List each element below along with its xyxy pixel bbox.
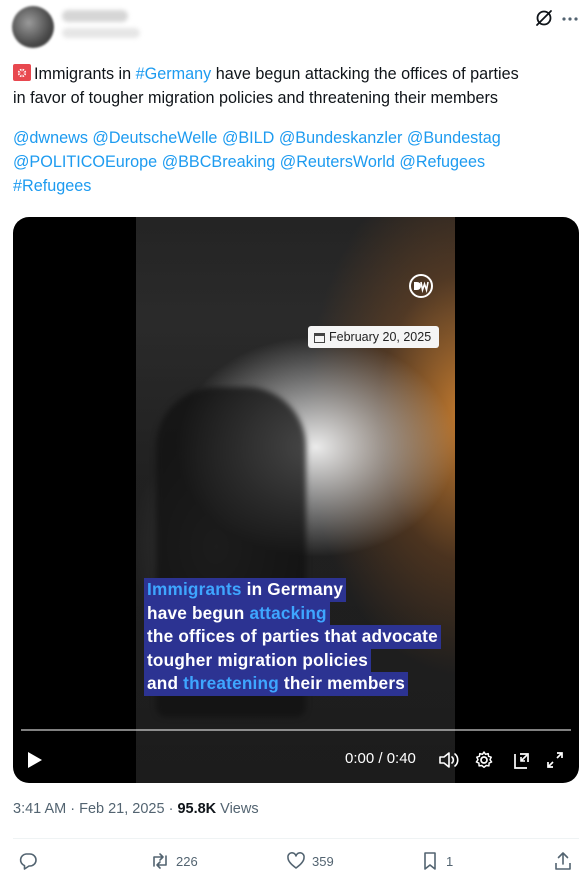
author-name-blurred[interactable] — [62, 10, 128, 22]
fullscreen-icon[interactable] — [546, 751, 564, 769]
play-icon[interactable] — [27, 751, 43, 769]
tweet-header — [0, 0, 584, 52]
video-player[interactable]: February 20, 2025 Immigrants in Germany … — [13, 217, 579, 783]
mention-link[interactable]: @BBCBreaking — [162, 153, 276, 171]
tweet-timestamp[interactable]: 3:41 AM · Feb 21, 2025 · — [13, 801, 177, 817]
like-button[interactable]: 359 — [286, 848, 334, 874]
caption-text: their members — [278, 673, 405, 693]
video-progress-bar[interactable] — [21, 729, 571, 731]
date-stamp: February 20, 2025 — [308, 326, 440, 348]
more-options-icon[interactable] — [561, 10, 579, 28]
bookmark-icon — [424, 852, 436, 870]
repost-button[interactable]: 226 — [150, 848, 198, 874]
caption-highlight: Immigrants — [147, 579, 242, 599]
caption-line: Immigrants in Germany — [144, 578, 347, 602]
like-count: 359 — [312, 853, 334, 869]
mention-link[interactable]: @POLITICOEurope — [13, 153, 157, 171]
calendar-icon — [314, 332, 325, 343]
share-button[interactable] — [553, 848, 573, 874]
reply-button[interactable] — [18, 848, 38, 874]
caption-line: have begun attacking — [144, 601, 330, 625]
hashtag-germany-link[interactable]: #Germany — [136, 65, 212, 83]
mentions-line-1: @dwnews @DeutscheWelle @BILD @Bundeskanz… — [13, 126, 573, 150]
mention-link[interactable]: @Bundestag — [407, 129, 501, 147]
dw-logo-icon — [409, 274, 433, 298]
bookmark-button[interactable]: 1 — [420, 848, 453, 874]
reply-icon — [19, 853, 37, 870]
mention-link[interactable]: @Refugees — [399, 153, 485, 171]
repost-icon — [153, 853, 167, 869]
video-caption: Immigrants in Germany have begun attacki… — [144, 578, 441, 696]
caption-text: in Germany — [241, 579, 344, 599]
video-time: 0:00 / 0:40 — [345, 750, 416, 767]
divider — [13, 838, 579, 839]
tweet-actions-bar: 226 359 1 — [0, 848, 584, 874]
views-count: 95.8K — [177, 801, 217, 817]
author-handle-blurred[interactable] — [62, 28, 140, 38]
siren-emoji-icon — [13, 64, 31, 81]
tweet-text-part: have begun attacking the offices of part… — [211, 65, 519, 83]
tweet-text-part: Immigrants in — [34, 65, 136, 83]
avatar[interactable] — [12, 6, 54, 48]
mention-link[interactable]: @ReutersWorld — [280, 153, 395, 171]
caption-text: and — [147, 673, 184, 693]
caption-line: the offices of parties that advocate — [144, 625, 441, 649]
hashtag-refugees-link[interactable]: #Refugees — [13, 177, 91, 195]
settings-gear-icon[interactable] — [474, 750, 494, 770]
picture-in-picture-icon[interactable] — [511, 751, 531, 771]
tweet-text: Immigrants in #Germany have begun attack… — [13, 62, 573, 198]
caption-line: and threatening their members — [144, 672, 408, 696]
volume-icon[interactable] — [438, 750, 460, 770]
caption-line: tougher migration policies — [144, 648, 372, 672]
mentions-line-2: @POLITICOEurope @BBCBreaking @ReutersWor… — [13, 150, 573, 174]
hashtag-line: #Refugees — [13, 174, 573, 198]
caption-text: have begun — [147, 602, 250, 623]
caption-highlight: threatening — [183, 673, 279, 693]
tweet-meta: 3:41 AM · Feb 21, 2025 · 95.8K Views — [13, 801, 259, 817]
date-stamp-text: February 20, 2025 — [329, 330, 432, 344]
mention-link[interactable]: @Bundeskanzler — [279, 129, 403, 147]
video-frame[interactable]: February 20, 2025 Immigrants in Germany … — [136, 217, 455, 783]
tweet-line-2: in favor of tougher migration policies a… — [13, 89, 498, 107]
mention-link[interactable]: @dwnews — [13, 129, 88, 147]
share-icon — [555, 852, 571, 870]
tweet-line-1: Immigrants in #Germany have begun attack… — [13, 62, 573, 86]
heart-icon — [287, 852, 305, 869]
mention-link[interactable]: @BILD — [222, 129, 274, 147]
caption-highlight: attacking — [249, 602, 327, 623]
views-label: Views — [216, 801, 259, 817]
repost-count: 226 — [176, 853, 198, 869]
bookmark-count: 1 — [446, 853, 454, 869]
grok-icon[interactable] — [534, 8, 554, 28]
mention-link[interactable]: @DeutscheWelle — [92, 129, 217, 147]
